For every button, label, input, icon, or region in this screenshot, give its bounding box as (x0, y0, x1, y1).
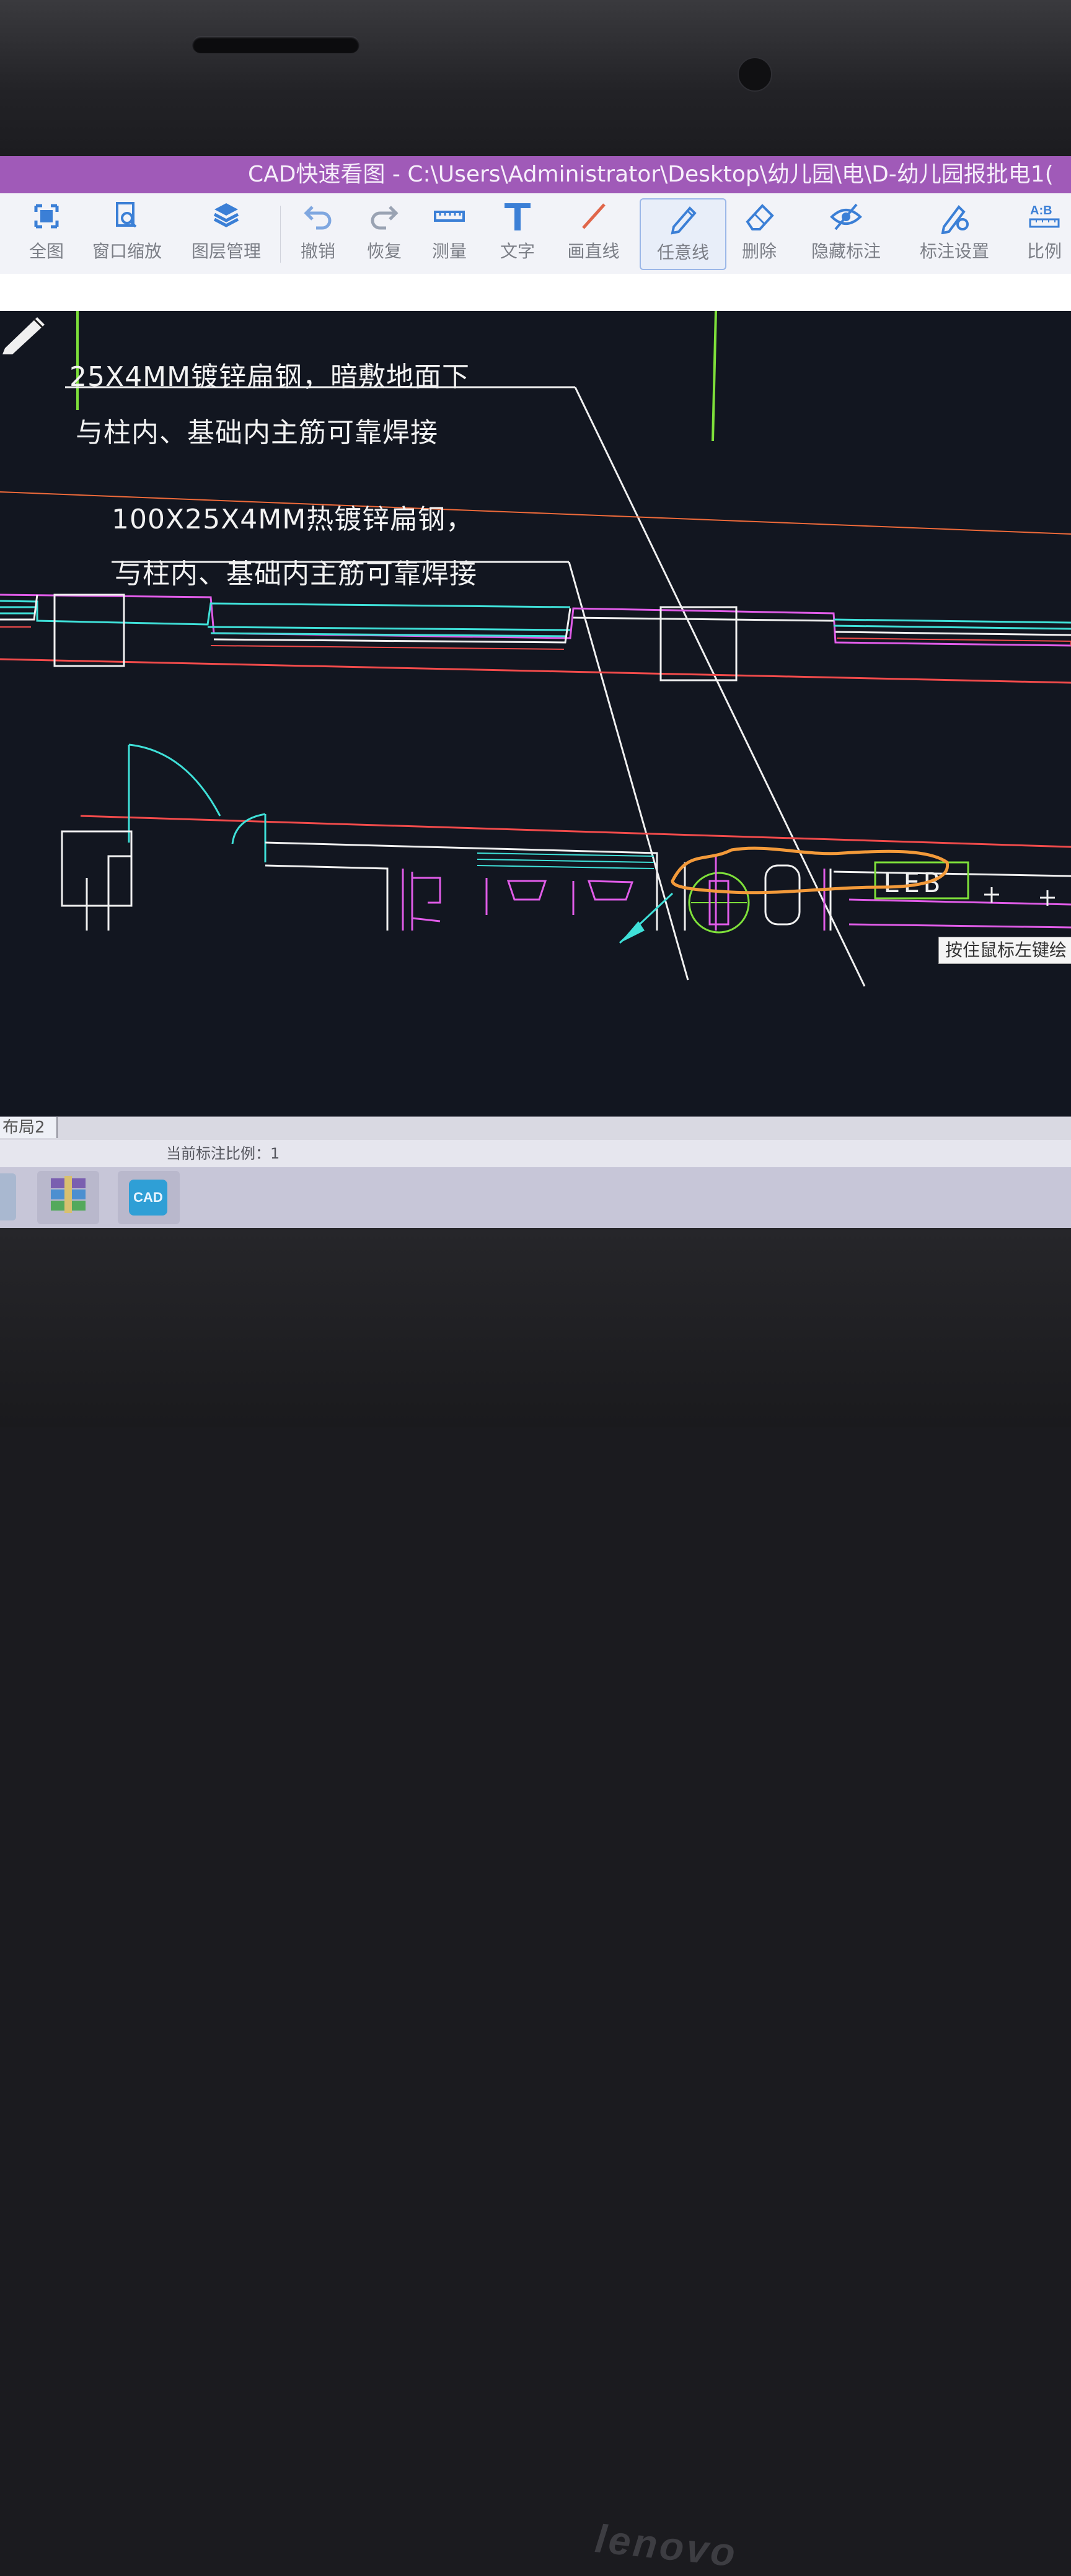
eraser-icon (746, 204, 774, 230)
text-icon (505, 203, 531, 230)
window-zoom-label: 窗口缩放 (92, 241, 162, 261)
layers-button[interactable]: 图层管理 (186, 198, 267, 268)
freehand-line-button[interactable]: 任意线 (640, 198, 726, 270)
freehand-line-label: 任意线 (656, 242, 709, 263)
door-swing-arc (128, 743, 221, 817)
urinal-partition (485, 878, 575, 915)
hide-annotations-button[interactable]: 隐藏标注 (806, 198, 886, 268)
cad-app-icon: CAD (129, 1180, 167, 1216)
line-icon (581, 203, 606, 229)
urinal (506, 880, 634, 901)
layout-tab-bar: 布局2 (0, 1116, 1071, 1141)
svg-text:A:B: A:B (1030, 204, 1052, 217)
window-title-bar[interactable]: CAD快速看图 - C:\Users\Administrator\Desktop… (0, 156, 1071, 193)
scale-label: 比例 (1026, 241, 1062, 261)
toilet-partition (402, 869, 413, 931)
annotation-1-line2: 与柱内、基础内主筋可靠焊接 (76, 417, 438, 449)
layout-tab[interactable]: 布局2 (0, 1117, 58, 1138)
archive-app-icon (51, 1176, 86, 1213)
text-label: 文字 (500, 241, 535, 261)
taskbar: CAD (0, 1167, 1071, 1228)
undo-icon (304, 206, 332, 230)
leb-panel-label: LEB (883, 867, 943, 899)
freehand-pen-icon (671, 206, 697, 235)
cyan-arrow-head (620, 921, 645, 943)
archive-app-button[interactable] (37, 1171, 99, 1224)
annotation-settings-label: 标注设置 (919, 241, 989, 261)
delete-button[interactable]: 删除 (731, 198, 787, 268)
annotation-1-line1: 25X4MM镀锌扁钢，暗敷地面下 (69, 361, 470, 393)
red-grid-line (80, 815, 1071, 848)
pencil-cursor-icon (2, 317, 45, 354)
layers-label: 图层管理 (191, 241, 261, 261)
fit-all-icon (34, 204, 59, 229)
drawing-canvas[interactable]: LEB 25X4MM镀锌扁钢，暗敷地面下 与柱内、基础内主筋可靠焊接 100X2… (0, 311, 1071, 1116)
measure-label: 测量 (431, 241, 467, 261)
toolbar: 全图 窗口缩放 图层管理 撤销 恢复 测量 文字 画直线 任意线 删除 隐藏标注… (0, 193, 1071, 274)
status-bar: 当前标注比例：1 (0, 1140, 1071, 1167)
toolbar-gap (0, 274, 1071, 311)
redo-label: 恢复 (366, 241, 402, 261)
laptop-bezel-bottom: lenovo (0, 1228, 1071, 2575)
draw-line-label: 画直线 (567, 241, 620, 261)
measure-button[interactable]: 测量 (421, 198, 477, 268)
scale-button[interactable]: A:B 比例 (1020, 198, 1069, 268)
fit-all-button[interactable]: 全图 (19, 198, 74, 268)
wall-outline (265, 841, 1071, 931)
annotation-scale-status: 当前标注比例：1 (166, 1145, 280, 1162)
text-button[interactable]: 文字 (490, 198, 545, 268)
speaker-grille (192, 36, 359, 53)
ruler-icon (434, 211, 465, 222)
window-zoom-button[interactable]: 窗口缩放 (87, 198, 167, 268)
cad-app-button[interactable]: CAD (118, 1171, 180, 1224)
delete-label: 删除 (741, 241, 777, 261)
sink (412, 877, 441, 904)
draw-line-button[interactable]: 画直线 (561, 198, 626, 268)
draw-tooltip: 按住鼠标左键绘 (938, 937, 1071, 964)
annotation-settings-button[interactable]: 标注设置 (914, 198, 995, 268)
leader-line (574, 387, 866, 987)
cyan-wall-line (0, 600, 571, 626)
red-grid-line (0, 658, 1071, 684)
wall-outline (86, 855, 131, 931)
leader-line (568, 561, 689, 981)
green-guide-line (712, 311, 717, 442)
toilet-bowl (764, 864, 801, 926)
toolbar-separator (280, 206, 281, 263)
annotation-2-line2: 与柱内、基础内主筋可靠焊接 (115, 558, 477, 590)
hide-annotations-label: 隐藏标注 (811, 241, 881, 261)
wall-outline (61, 830, 133, 907)
door-swing-arc (231, 813, 266, 844)
sink (412, 917, 441, 922)
redo-icon (371, 206, 399, 230)
window-title: CAD快速看图 - C:\Users\Administrator\Desktop… (248, 162, 1054, 187)
screen: CAD快速看图 - C:\Users\Administrator\Desktop… (0, 156, 1071, 1228)
laptop-bezel-top (0, 0, 1071, 155)
annotation-2-line1: 100X25X4MM热镀锌扁钢， (112, 504, 474, 535)
column-box (53, 594, 125, 667)
magenta-wall-line (848, 898, 1071, 929)
window-zoom-icon (116, 202, 137, 228)
redo-button[interactable]: 恢复 (356, 198, 412, 268)
hide-eye-icon (830, 203, 862, 230)
annotation-settings-icon (941, 204, 969, 234)
undo-label: 撤销 (300, 241, 335, 261)
laptop-brand-logo: lenovo (593, 2516, 740, 2575)
cyan-pipe-line (477, 852, 654, 869)
layers-icon (213, 203, 239, 227)
webcam (738, 57, 772, 92)
undo-button[interactable]: 撤销 (290, 198, 346, 268)
fit-all-label: 全图 (29, 241, 64, 261)
scale-icon: A:B (1029, 204, 1060, 228)
white-wall-line (573, 616, 834, 622)
taskbar-start-button[interactable] (0, 1173, 16, 1220)
